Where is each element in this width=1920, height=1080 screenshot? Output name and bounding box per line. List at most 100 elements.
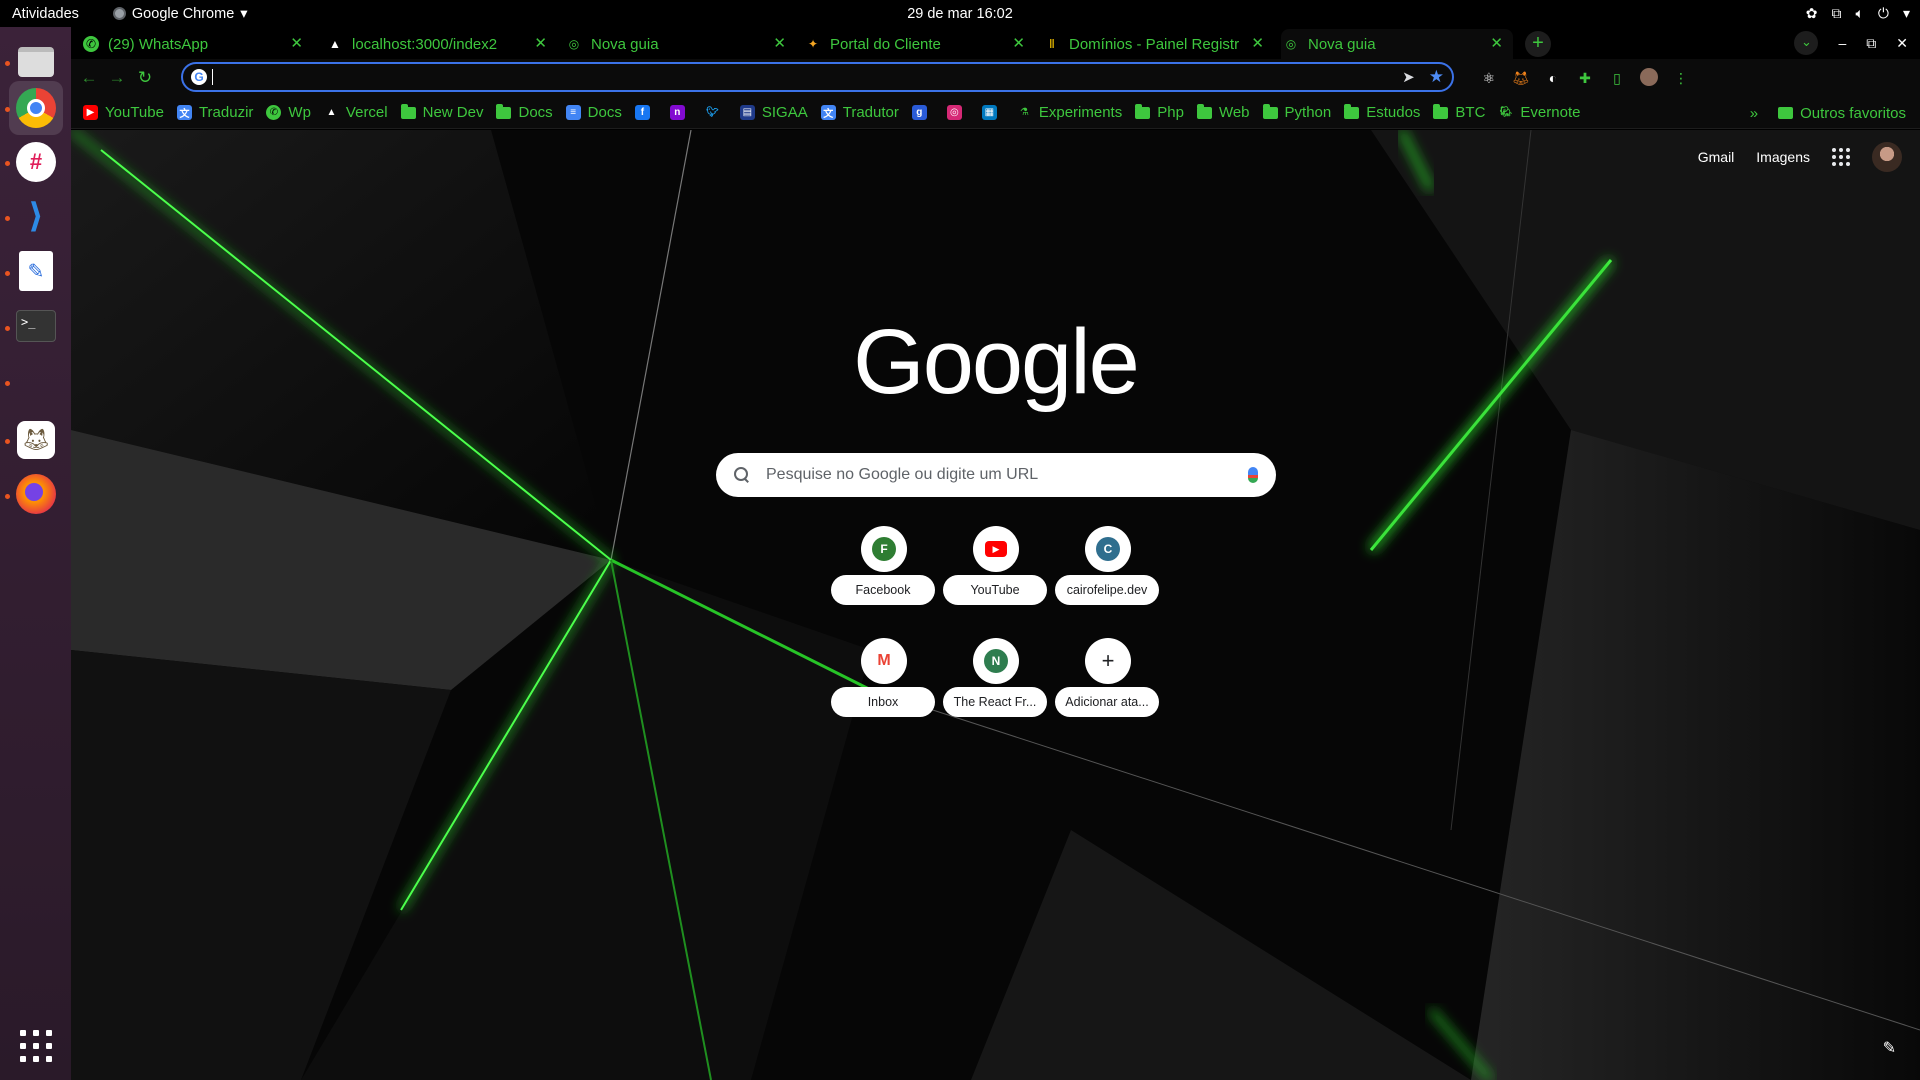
youtube-icon: ▶: [83, 105, 98, 120]
customize-pencil-icon[interactable]: ✎: [1883, 1038, 1896, 1058]
bookmark-item[interactable]: New Dev: [400, 103, 483, 121]
chevron-down-icon[interactable]: ▾: [1903, 5, 1910, 22]
account-avatar[interactable]: [1872, 142, 1902, 172]
terminal-app-icon[interactable]: >_: [9, 299, 63, 353]
bookmark-item[interactable]: g: [911, 105, 934, 120]
images-link[interactable]: Imagens: [1756, 149, 1810, 165]
shortcut-tile[interactable]: ▶ YouTube: [943, 520, 1047, 616]
bookmark-item[interactable]: f: [634, 105, 657, 120]
send-to-devices-icon[interactable]: ➤: [1402, 68, 1415, 86]
ntp-search-box[interactable]: Pesquise no Google ou digite um URL: [716, 453, 1276, 497]
bookmark-star-icon[interactable]: ★: [1429, 67, 1444, 87]
bookmark-label: Python: [1284, 104, 1332, 121]
nubank-icon: n: [669, 105, 685, 120]
close-icon[interactable]: ✕: [773, 34, 786, 52]
app-menu[interactable]: Google Chrome ▾: [112, 6, 248, 22]
bookmark-item[interactable]: ▦: [981, 105, 1004, 120]
slack-app-icon[interactable]: #: [9, 135, 63, 189]
tab-localhost[interactable]: ▲ localhost:3000/index2 ✕: [327, 29, 557, 59]
shortcut-label: YouTube: [943, 575, 1047, 605]
forward-button[interactable]: →: [103, 68, 131, 88]
google-apps-icon[interactable]: [1832, 148, 1850, 166]
tab-whatsapp[interactable]: ✆ (29) WhatsApp ✕: [83, 29, 313, 59]
bookmark-item[interactable]: ▲ Vercel: [324, 104, 388, 121]
vscode-app-icon[interactable]: ⟩: [9, 189, 63, 243]
shortcut-icon: +: [1085, 638, 1131, 684]
shortcut-tile[interactable]: F Facebook: [831, 520, 935, 616]
bookmark-item[interactable]: 文 Traduzir: [176, 104, 253, 121]
gimp-app-icon[interactable]: 🦊︎: [9, 413, 63, 467]
text-editor-app-icon[interactable]: ✎: [9, 244, 63, 298]
tab-nova-guia[interactable]: ◎ Nova guia ✕: [566, 29, 796, 59]
power-icon[interactable]: ⏻: [1878, 5, 1889, 22]
system-tray[interactable]: ✿ ⧉ 🔈︎ ⏻ ▾: [1806, 0, 1910, 27]
bookmark-item[interactable]: Docs: [496, 103, 553, 121]
address-input[interactable]: [217, 68, 1403, 86]
tab-portal-cliente[interactable]: ✦ Portal do Cliente ✕: [805, 29, 1035, 59]
reload-button[interactable]: ↻: [131, 68, 159, 88]
tray-app-icon[interactable]: ✿: [1806, 5, 1818, 22]
minimize-icon[interactable]: –: [1838, 35, 1846, 51]
react-devtools-icon[interactable]: ⚛: [1479, 70, 1499, 87]
microphone-icon[interactable]: [1248, 467, 1258, 483]
bookmark-item[interactable]: ≡ Docs: [565, 104, 622, 121]
activities-button[interactable]: Atividades: [0, 6, 91, 22]
tab-dominios[interactable]: Ⅱ Domínios - Painel Registr ✕: [1044, 29, 1274, 59]
back-button[interactable]: ←: [75, 68, 103, 88]
bookmark-item[interactable]: ✆ Wp: [266, 104, 311, 121]
bookmark-item[interactable]: Web: [1196, 103, 1250, 121]
bookmark-item[interactable]: BTC: [1433, 103, 1485, 121]
bookmark-item[interactable]: ▤ SIGAA: [739, 104, 808, 121]
shortcut-tile[interactable]: + Adicionar ata...: [1055, 632, 1159, 728]
close-window-icon[interactable]: ✕: [1896, 35, 1908, 52]
profile-avatar[interactable]: [1639, 67, 1659, 89]
firefox-app-icon[interactable]: [9, 467, 63, 521]
folder-icon: [1262, 103, 1278, 119]
shortcut-label: Facebook: [831, 575, 935, 605]
bookmark-item[interactable]: 🐦︎: [705, 105, 727, 120]
running-indicator: [5, 439, 10, 444]
bookmark-item[interactable]: Php: [1135, 103, 1184, 121]
restore-icon[interactable]: ⧉: [1866, 35, 1876, 52]
extensions-puzzle-icon[interactable]: ✚: [1575, 70, 1595, 87]
bookmark-item[interactable]: ◎: [946, 105, 969, 120]
shortcut-tile[interactable]: Ccairofelipe.dev: [1055, 520, 1159, 616]
folder-icon: [496, 103, 512, 119]
ntp-header-links: Gmail Imagens: [1698, 142, 1902, 172]
chrome-app-icon[interactable]: [9, 81, 63, 135]
gmail-link[interactable]: Gmail: [1698, 149, 1735, 165]
bookmark-item[interactable]: ▶ YouTube: [83, 104, 164, 121]
kebab-menu-icon[interactable]: ⋮: [1671, 70, 1691, 87]
bookmark-item[interactable]: n: [669, 105, 692, 120]
bookmark-item[interactable]: Estudos: [1344, 103, 1420, 121]
shortcut-label: Adicionar ata...: [1055, 687, 1159, 717]
bookmark-item[interactable]: 文 Tradutor: [820, 104, 899, 121]
google-docs-icon: ≡: [565, 105, 581, 120]
bookmark-item[interactable]: 🐘︎ Evernote: [1498, 104, 1581, 121]
close-icon[interactable]: ✕: [290, 34, 303, 52]
new-tab-button[interactable]: +: [1525, 31, 1551, 57]
shortcut-icon: ▶: [973, 526, 1019, 572]
close-icon[interactable]: ✕: [1251, 34, 1264, 52]
extension-circle-icon[interactable]: ◐: [1543, 70, 1563, 86]
show-applications-icon[interactable]: [20, 1030, 52, 1062]
close-icon[interactable]: ✕: [1490, 34, 1503, 52]
address-bar[interactable]: G ➤ ★: [181, 62, 1454, 92]
bookmark-item[interactable]: ⚗ Experiments: [1017, 104, 1122, 121]
network-icon[interactable]: ⧉: [1831, 5, 1841, 22]
bookmarks-bar: ▶ YouTube 文 Traduzir ✆ Wp ▲ Vercel New Dev Docs ≡ D…: [71, 97, 1920, 129]
tab-search-button[interactable]: ⌄: [1794, 31, 1819, 55]
close-icon[interactable]: ✕: [1012, 34, 1025, 52]
other-bookmarks-button[interactable]: Outros favoritos: [1800, 105, 1906, 122]
clock[interactable]: 29 de mar 16:02: [0, 6, 1920, 22]
shortcut-tile[interactable]: N The React Fr...: [943, 632, 1047, 728]
bookmark-label: Vercel: [345, 104, 388, 121]
volume-icon[interactable]: 🔈︎: [1855, 5, 1863, 22]
more-bookmarks-button[interactable]: »: [1750, 105, 1758, 122]
shortcut-tile[interactable]: M Inbox: [831, 632, 935, 728]
bookmark-item[interactable]: Python: [1262, 103, 1332, 121]
side-panel-icon[interactable]: ▯: [1607, 70, 1627, 87]
close-icon[interactable]: ✕: [534, 34, 547, 52]
metamask-icon[interactable]: 🦊︎: [1511, 70, 1531, 87]
tab-nova-guia-active[interactable]: ◎ Nova guia ✕: [1281, 29, 1513, 59]
